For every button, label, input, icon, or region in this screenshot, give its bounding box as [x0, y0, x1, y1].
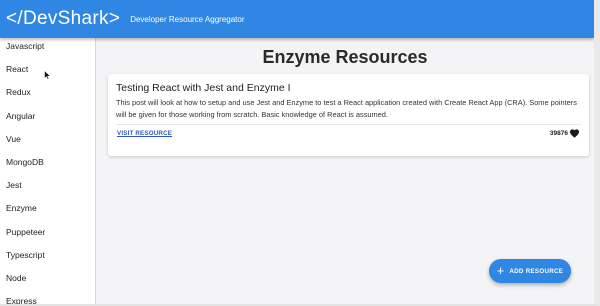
- heart-icon: [569, 129, 580, 138]
- resource-description: This post will look at how to setup and …: [116, 98, 577, 119]
- sidebar-item-express[interactable]: Express: [0, 290, 95, 304]
- app-logo[interactable]: </DevShark>: [6, 8, 120, 30]
- app-tagline: Developer Resource Aggregator: [130, 14, 245, 24]
- sidebar-item-vue[interactable]: Vue: [0, 128, 95, 151]
- like-count: 39876: [549, 129, 568, 137]
- plus-icon: +: [496, 263, 505, 278]
- sidebar-item-jest[interactable]: Jest: [0, 174, 95, 197]
- page-title: Enzyme Resources: [262, 47, 428, 67]
- resource-card: Testing React with Jest and Enzyme I Thi…: [108, 74, 589, 156]
- like-button[interactable]: 39876: [550, 128, 580, 138]
- add-resource-button[interactable]: + ADD RESOURCE: [489, 259, 571, 283]
- sidebar-item-enzyme[interactable]: Enzyme: [0, 197, 95, 220]
- visit-resource-link[interactable]: VISIT RESOURCE: [117, 130, 172, 137]
- app-window: </DevShark> Developer Resource Aggregato…: [0, 0, 600, 306]
- main-content: Enzyme Resources Testing React with Jest…: [96, 38, 594, 304]
- sidebar-item-typescript[interactable]: Typescript: [0, 244, 95, 267]
- sidebar-item-node[interactable]: Node: [0, 267, 95, 290]
- card-divider: [116, 124, 581, 125]
- sidebar-item-angular[interactable]: Angular: [0, 105, 95, 128]
- add-resource-label: ADD RESOURCE: [509, 267, 564, 275]
- sidebar-item-redux[interactable]: Redux: [0, 81, 95, 104]
- sidebar-item-mongodb[interactable]: MongoDB: [0, 151, 95, 174]
- app-bar: </DevShark> Developer Resource Aggregato…: [0, 0, 594, 38]
- sidebar-item-puppeteer[interactable]: Puppeteer: [0, 221, 95, 244]
- mouse-cursor-icon: [44, 70, 51, 80]
- sidebar-item-javascript[interactable]: Javascript: [0, 38, 95, 58]
- resource-title: Testing React with Jest and Enzyme I: [116, 82, 291, 94]
